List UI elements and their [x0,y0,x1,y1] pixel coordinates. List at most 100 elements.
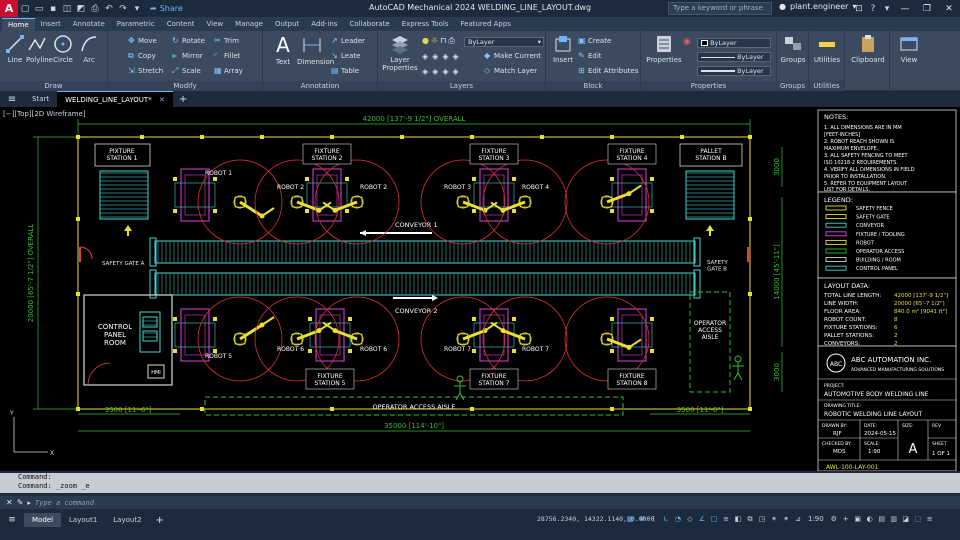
array-button[interactable]: ▦ Array [214,65,243,77]
hardware-acceleration-icon[interactable]: ▣ [853,514,863,524]
create-block-button[interactable]: ▣ Create [578,35,611,47]
leader-button[interactable]: ↗ Leader [331,35,365,47]
undo-icon[interactable]: ↶ [102,0,116,17]
polyline-tool-button[interactable]: Polyline [26,34,53,64]
plot-icon[interactable]: ⎙ [88,0,102,17]
lineweight-icon[interactable]: ≡ [721,514,731,524]
share-button[interactable]: ➦ Share [150,4,183,13]
view-button[interactable]: View [894,34,924,64]
linetype-dropdown[interactable]: ByLayer [697,52,771,62]
tab-view[interactable]: View [201,18,230,31]
selection-cycling-icon[interactable]: ⧉ [745,514,755,524]
circle-tool-button[interactable]: Circle [52,34,74,64]
tab-parametric[interactable]: Parametric [111,18,161,31]
modify-panel-title[interactable]: Modify [108,81,262,91]
units-icon[interactable]: ▤ [877,514,887,524]
tab-manage[interactable]: Manage [229,18,269,31]
osnap-icon[interactable]: □ [709,514,719,524]
scale-button[interactable]: ⤢ Scale [172,65,201,77]
layer-freeze-icon[interactable]: ◈ [442,52,448,61]
tab-output[interactable]: Output [269,18,305,31]
quick-access-dropdown-icon[interactable]: ▾ [130,0,144,17]
dimension-button[interactable]: Dimension [297,34,334,66]
layer-lock-icon[interactable]: ◈ [452,52,458,61]
snap-icon[interactable]: ⋮ [649,514,659,524]
clipboard-button[interactable]: Clipboard [849,34,887,64]
mirror-button[interactable]: ⫸ Mirror [172,50,203,62]
cart-icon[interactable]: ⊡ [852,4,866,14]
command-input[interactable]: Type a command [35,499,94,507]
tab-model[interactable]: Model [24,513,62,527]
groups-button[interactable]: Groups [779,34,807,64]
tab-annotate[interactable]: Annotate [67,18,111,31]
app-menu-button[interactable]: A [0,0,18,17]
move-button[interactable]: ✥ Move [128,35,157,47]
grid-icon[interactable]: # [637,514,647,524]
close-button[interactable]: ✕ [938,4,960,14]
utilities-panel-title[interactable]: Utilities [809,81,844,91]
line-tool-button[interactable]: Line [4,34,26,64]
redo-icon[interactable]: ↷ [116,0,130,17]
color-dropdown[interactable]: ByLayer [697,38,771,48]
sun-icon[interactable]: ☼ [431,36,438,46]
layers-panel-title[interactable]: Layers [378,81,545,91]
make-current-button[interactable]: ◆ Make Current [484,50,541,62]
customize-icon[interactable]: ✎ [17,498,24,507]
fillet-button[interactable]: ◜ Fillet [214,50,240,62]
model-space-icon[interactable]: ▦ [625,514,635,524]
command-input-bar[interactable]: ✕ ✎ ▸ Type a command [0,496,960,509]
drawing-tab[interactable]: WELDING_LINE_LAYOUT* ✕ [57,91,173,107]
print-icon[interactable]: ⎙ [448,36,454,46]
new-file-icon[interactable]: ▢ [18,0,32,17]
polar-icon[interactable]: ◔ [673,514,683,524]
auto-scale-icon[interactable]: ✶ [781,514,791,524]
properties-button[interactable]: Properties [645,34,683,64]
layer-walk-icon[interactable]: ◈ [422,67,428,76]
layout-menu-icon[interactable]: ≡ [0,515,24,525]
tab-insert[interactable]: Insert [35,18,67,31]
insert-block-button[interactable]: Insert [550,34,576,64]
tab-content[interactable]: Content [161,18,201,31]
help-icon[interactable]: ? [866,4,880,14]
hamburger-menu-icon[interactable]: ≡ [0,94,24,105]
3d-osnap-icon[interactable]: ◳ [757,514,767,524]
unlock-icon[interactable]: ⊓ [440,36,446,46]
save-icon[interactable]: ▪ [46,0,60,17]
save-as-icon[interactable]: ◩ [74,0,88,17]
tab-add-ins[interactable]: Add-ins [305,18,343,31]
tab-home[interactable]: Home [2,18,35,31]
isolate-objects-icon[interactable]: ◐ [865,514,875,524]
tab-layout1[interactable]: Layout1 [61,513,105,527]
save-web-icon[interactable]: ◫ [60,0,74,17]
layer-off-icon[interactable]: ◈ [422,52,428,61]
graphics-performance-icon[interactable]: ◪ [901,514,911,524]
annotation-panel-title[interactable]: Annotation [263,81,377,91]
table-button[interactable]: ▤ Table [331,65,359,77]
annotation-visibility-icon[interactable]: ✶ [769,514,779,524]
clean-screen-icon[interactable]: ⬚ [913,514,923,524]
help-dropdown-icon[interactable]: ▾ [880,4,894,14]
ortho-icon[interactable]: ∟ [661,514,671,524]
arc-tool-button[interactable]: Arc [78,34,100,64]
leate-button[interactable]: ↘ Leate [331,50,360,62]
properties-panel-title[interactable]: Properties [641,81,776,91]
search-input[interactable]: Type a keyword or phrase [668,2,772,15]
gear-icon[interactable]: ⚙ [829,514,839,524]
text-button[interactable]: A Text [271,34,295,66]
osnap-tracking-icon[interactable]: ∠ [697,514,707,524]
block-panel-title[interactable]: Block [546,81,640,91]
customization-icon[interactable]: ≡ [925,514,935,524]
drawing-canvas[interactable]: [−][Top][2D Wireframe] 42000 [137'-9 1/2… [0,107,960,471]
new-tab-button[interactable]: + [173,94,193,105]
trim-button[interactable]: ✂ Trim [214,35,239,47]
viewport-controls[interactable]: [−][Top][2D Wireframe] [3,110,86,118]
match-properties-icon[interactable]: ◉ [683,37,691,47]
quick-properties-icon[interactable]: ▥ [889,514,899,524]
lightbulb-icon[interactable]: ● [422,36,429,46]
plus-icon[interactable]: + [841,514,851,524]
isodraft-icon[interactable]: ◇ [685,514,695,524]
layer-merge-icon[interactable]: ◈ [432,67,438,76]
rotate-button[interactable]: ↻ Rotate [172,35,205,47]
stretch-button[interactable]: ⇲ Stretch [128,65,163,77]
layer-delete-icon[interactable]: ◈ [442,67,448,76]
